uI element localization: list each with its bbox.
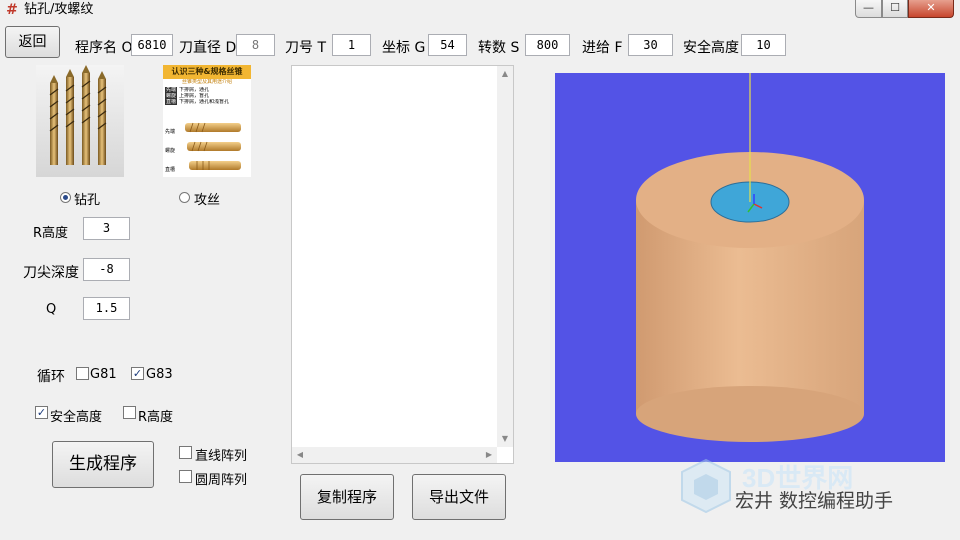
hash-icon: #	[6, 2, 18, 18]
watermark-caption: 宏井 数控编程助手	[735, 490, 894, 512]
cycle-label: 循环	[37, 369, 65, 385]
g83-checkbox[interactable]: ✓	[131, 367, 144, 380]
q-field[interactable]: 1.5	[83, 297, 130, 320]
tap-card-subtitle: 丝锥类型及其用途介绍	[181, 79, 232, 85]
tip-depth-field[interactable]: -8	[83, 258, 130, 281]
back-button[interactable]: 返回	[5, 26, 60, 58]
title-bar: # 钻孔/攻螺纹 — ☐ ✕	[0, 0, 960, 20]
scroll-up-icon[interactable]: ▲	[497, 66, 513, 82]
copy-program-button[interactable]: 复制程序	[300, 474, 394, 520]
scroll-right-icon[interactable]: ▶	[481, 447, 497, 463]
scroll-left-icon[interactable]: ◀	[292, 447, 308, 463]
safe-height-field[interactable]: 10	[741, 34, 786, 56]
tool-number-label: 刀号 T	[285, 40, 327, 56]
program-name-field[interactable]: 6810	[131, 34, 173, 56]
r-height-option-label: R高度	[138, 410, 174, 425]
r-height-field[interactable]: 3	[83, 217, 130, 240]
tap-card-row: 直槽 下排屑，通孔和浅盲孔	[165, 99, 249, 105]
safe-height-option-label: 安全高度	[50, 410, 103, 425]
drill-radio[interactable]	[60, 192, 71, 203]
g83-label: G83	[146, 367, 173, 382]
tool-diameter-field[interactable]: 8	[236, 34, 275, 56]
tip-depth-label: 刀尖深度	[23, 265, 79, 281]
generate-program-button[interactable]: 生成程序	[52, 441, 154, 488]
r-height-label: R高度	[33, 226, 69, 241]
window-title: 钻孔/攻螺纹	[24, 2, 94, 17]
3d-viewport[interactable]	[555, 73, 945, 462]
coordinate-field[interactable]: 54	[428, 34, 467, 56]
feed-label: 进给 F	[582, 40, 623, 56]
linear-array-label: 直线阵列	[195, 449, 248, 464]
safe-height-checkbox[interactable]: ✓	[35, 406, 48, 419]
safe-height-label: 安全高度	[683, 40, 739, 56]
tap-card-row-desc: 下排屑，通孔和浅盲孔	[179, 99, 230, 105]
q-label: Q	[46, 302, 57, 317]
export-file-button[interactable]: 导出文件	[412, 474, 506, 520]
tool-diameter-label: 刀直径 D	[179, 40, 237, 56]
speed-field[interactable]: 800	[525, 34, 570, 56]
drill-bits-image	[36, 65, 124, 177]
tap-types-image: 认识三种&规格丝锥 丝锥类型及其用途介绍 先端 下排屑，通孔 螺旋 上排屑，盲孔 直槽下…	[163, 65, 251, 177]
horizontal-scrollbar[interactable]: ◀ ▶	[292, 447, 497, 463]
program-text-area[interactable]	[291, 65, 514, 464]
tap-tag-spiral-point: 先端	[165, 129, 176, 135]
tool-number-field[interactable]: 1	[332, 34, 371, 56]
program-name-label: 程序名 O	[75, 40, 133, 56]
tap-card-row-type: 直槽	[165, 99, 178, 105]
g81-checkbox[interactable]	[76, 367, 89, 380]
r-height-checkbox[interactable]	[123, 406, 136, 419]
g81-label: G81	[90, 367, 117, 382]
circular-array-label: 圆周阵列	[195, 473, 248, 488]
tap-card-rows: 先端 下排屑，通孔 螺旋 上排屑，盲孔 直槽 下排屑，通孔和浅盲孔	[163, 86, 251, 106]
cube-logo-icon	[676, 456, 736, 516]
tap-tag-straight-flute: 直槽	[165, 167, 176, 173]
circular-array-checkbox[interactable]	[179, 470, 192, 483]
minimize-button[interactable]: —	[855, 0, 882, 18]
tap-card-title: 认识三种&规格丝锥	[163, 65, 251, 79]
coordinate-label: 坐标 G	[382, 40, 426, 56]
feed-field[interactable]: 30	[628, 34, 673, 56]
linear-array-checkbox[interactable]	[179, 446, 192, 459]
tap-radio[interactable]	[179, 192, 190, 203]
drill-radio-label: 钻孔	[74, 193, 101, 208]
tap-tag-spiral-flute: 螺旋	[165, 148, 176, 154]
speed-label: 转数 S	[478, 40, 520, 56]
tap-radio-label: 攻丝	[194, 193, 221, 208]
maximize-button[interactable]: ☐	[882, 0, 908, 18]
scroll-down-icon[interactable]: ▼	[497, 431, 513, 447]
close-button[interactable]: ✕	[908, 0, 954, 18]
vertical-scrollbar[interactable]: ▲ ▼	[497, 66, 513, 447]
